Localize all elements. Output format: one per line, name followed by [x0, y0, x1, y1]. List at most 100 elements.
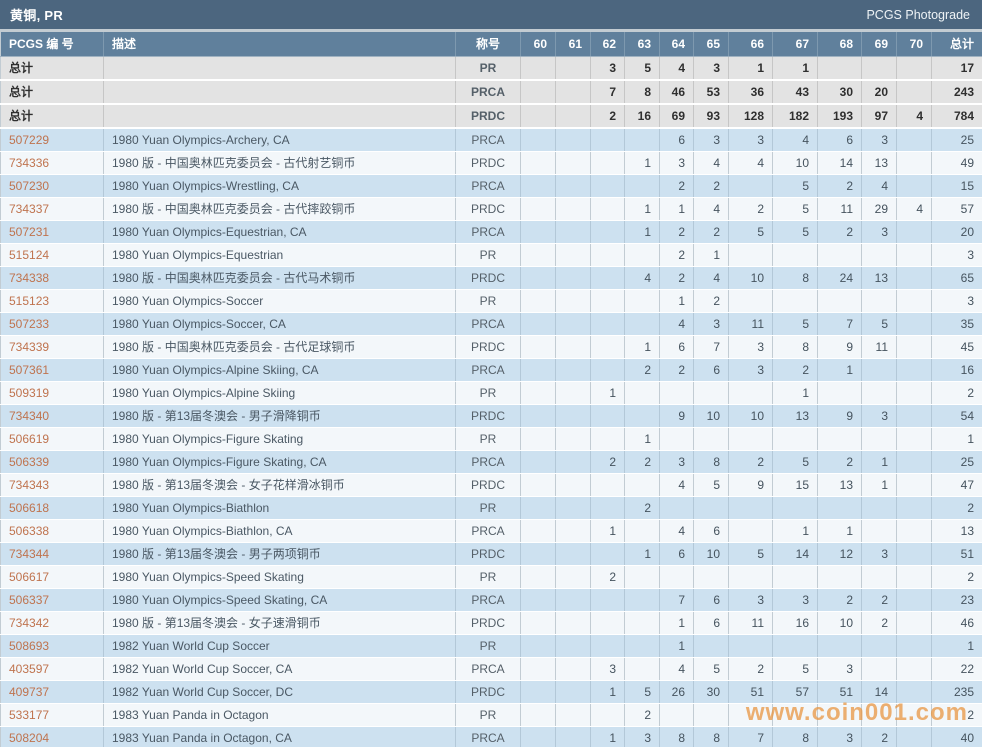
- pcgs-number-link[interactable]: 507231: [9, 225, 49, 239]
- grade-61-cell: [555, 197, 591, 221]
- pcgs-number-link[interactable]: 515124: [9, 248, 49, 262]
- pcgs-number-link[interactable]: 507230: [9, 179, 49, 193]
- grade-62-cell: 2: [590, 104, 625, 129]
- grade-64-cell: 2: [659, 174, 694, 198]
- pcgs-number-link[interactable]: 506617: [9, 570, 49, 584]
- grade-69-cell: [861, 358, 897, 382]
- designation-cell: PRDC: [455, 104, 521, 129]
- pcgs-number-link[interactable]: 506337: [9, 593, 49, 607]
- pcgs-number-link[interactable]: 533177: [9, 708, 49, 722]
- grade-67-cell: 1: [772, 381, 818, 405]
- grade-69-cell: 1: [861, 450, 897, 474]
- pcgs-number-link[interactable]: 506618: [9, 501, 49, 515]
- grade-70-cell: [896, 243, 932, 267]
- designation-cell: PRCA: [455, 519, 521, 543]
- grade-60-cell: [520, 197, 556, 221]
- grade-66-cell: 5: [728, 220, 773, 244]
- grade-65-cell: 2: [693, 289, 729, 313]
- pcgs-number-cell: 506618: [0, 496, 104, 520]
- description-cell: 1982 Yuan World Cup Soccer, CA: [103, 657, 456, 681]
- grade-62-cell: [590, 473, 625, 497]
- total-cell: 13: [931, 519, 982, 543]
- grade-68-cell: 12: [817, 542, 862, 566]
- pcgs-number-link[interactable]: 515123: [9, 294, 49, 308]
- designation-cell: PRCA: [455, 657, 521, 681]
- designation-cell: PRCA: [455, 128, 521, 152]
- pcgs-number-link[interactable]: 734337: [9, 202, 49, 216]
- grade-68-cell: 2: [817, 450, 862, 474]
- pcgs-number-link[interactable]: 409737: [9, 685, 49, 699]
- grade-68-cell: 193: [817, 104, 862, 129]
- grade-70-cell: [896, 450, 932, 474]
- grade-64-cell: 4: [659, 56, 694, 81]
- grade-68-cell: [817, 56, 862, 81]
- grade-68-cell: 14: [817, 151, 862, 175]
- pcgs-number-link[interactable]: 507233: [9, 317, 49, 331]
- grade-64-cell: 6: [659, 335, 694, 359]
- col-header-grade-61: 61: [555, 32, 591, 57]
- grade-66-cell: 51: [728, 680, 773, 704]
- grade-64-cell: [659, 703, 694, 727]
- grade-62-cell: [590, 335, 625, 359]
- grade-68-cell: 24: [817, 266, 862, 290]
- grade-67-cell: [772, 243, 818, 267]
- description-cell: 1980 版 - 中国奥林匹克委员会 - 古代足球铜币: [103, 335, 456, 359]
- pcgs-number-link[interactable]: 508693: [9, 639, 49, 653]
- pcgs-number-link[interactable]: 506619: [9, 432, 49, 446]
- grade-69-cell: [861, 427, 897, 451]
- pcgs-number-link[interactable]: 734340: [9, 409, 49, 423]
- grade-64-cell: 6: [659, 128, 694, 152]
- grade-60-cell: [520, 427, 556, 451]
- pcgs-number-cell: 515123: [0, 289, 104, 313]
- pcgs-number-cell: 507230: [0, 174, 104, 198]
- grade-61-cell: [555, 450, 591, 474]
- grade-61-cell: [555, 634, 591, 658]
- grade-66-cell: 7: [728, 726, 773, 747]
- table-row: 507233 1980 Yuan Olympics-Soccer, CA PRCA 4…: [0, 312, 982, 336]
- pcgs-number-link[interactable]: 509319: [9, 386, 49, 400]
- col-header-description: 描述: [103, 32, 456, 57]
- description-cell: 1982 Yuan World Cup Soccer: [103, 634, 456, 658]
- pcgs-number-link[interactable]: 734336: [9, 156, 49, 170]
- grade-68-cell: 10: [817, 611, 862, 635]
- photograde-link[interactable]: PCGS Photograde: [866, 8, 970, 22]
- pcgs-number-cell: 734336: [0, 151, 104, 175]
- col-header-grade-70: 70: [896, 32, 932, 57]
- grade-65-cell: 6: [693, 588, 729, 612]
- pcgs-number-link[interactable]: 507361: [9, 363, 49, 377]
- designation-cell: PRCA: [455, 358, 521, 382]
- pcgs-number-link[interactable]: 506338: [9, 524, 49, 538]
- designation-cell: PRDC: [455, 542, 521, 566]
- column-header-row: PCGS 编 号 描述 称号 60 61 62 63 64 65 66 67 6…: [0, 32, 982, 57]
- totals-label: 总计: [0, 104, 104, 129]
- grade-69-cell: 97: [861, 104, 897, 129]
- grade-62-cell: 1: [590, 381, 625, 405]
- table-row: 515123 1980 Yuan Olympics-Soccer PR 1 2 3: [0, 289, 982, 313]
- grade-70-cell: [896, 703, 932, 727]
- pcgs-number-link[interactable]: 508204: [9, 731, 49, 745]
- grade-70-cell: [896, 128, 932, 152]
- grade-60-cell: [520, 243, 556, 267]
- grade-62-cell: 1: [590, 726, 625, 747]
- grade-70-cell: [896, 588, 932, 612]
- grade-61-cell: [555, 381, 591, 405]
- grade-62-cell: [590, 312, 625, 336]
- pcgs-number-link[interactable]: 507229: [9, 133, 49, 147]
- designation-cell: PRCA: [455, 726, 521, 747]
- grade-63-cell: [624, 381, 660, 405]
- grade-70-cell: [896, 358, 932, 382]
- grade-61-cell: [555, 56, 591, 81]
- grade-61-cell: [555, 266, 591, 290]
- pcgs-number-link[interactable]: 734342: [9, 616, 49, 630]
- grade-62-cell: [590, 151, 625, 175]
- pcgs-number-link[interactable]: 403597: [9, 662, 49, 676]
- total-cell: 2: [931, 496, 982, 520]
- pcgs-number-link[interactable]: 734339: [9, 340, 49, 354]
- pcgs-number-link[interactable]: 734343: [9, 478, 49, 492]
- pcgs-number-link[interactable]: 734338: [9, 271, 49, 285]
- pcgs-number-link[interactable]: 506339: [9, 455, 49, 469]
- grade-68-cell: 3: [817, 657, 862, 681]
- pcgs-number-link[interactable]: 734344: [9, 547, 49, 561]
- grade-69-cell: [861, 243, 897, 267]
- grade-61-cell: [555, 542, 591, 566]
